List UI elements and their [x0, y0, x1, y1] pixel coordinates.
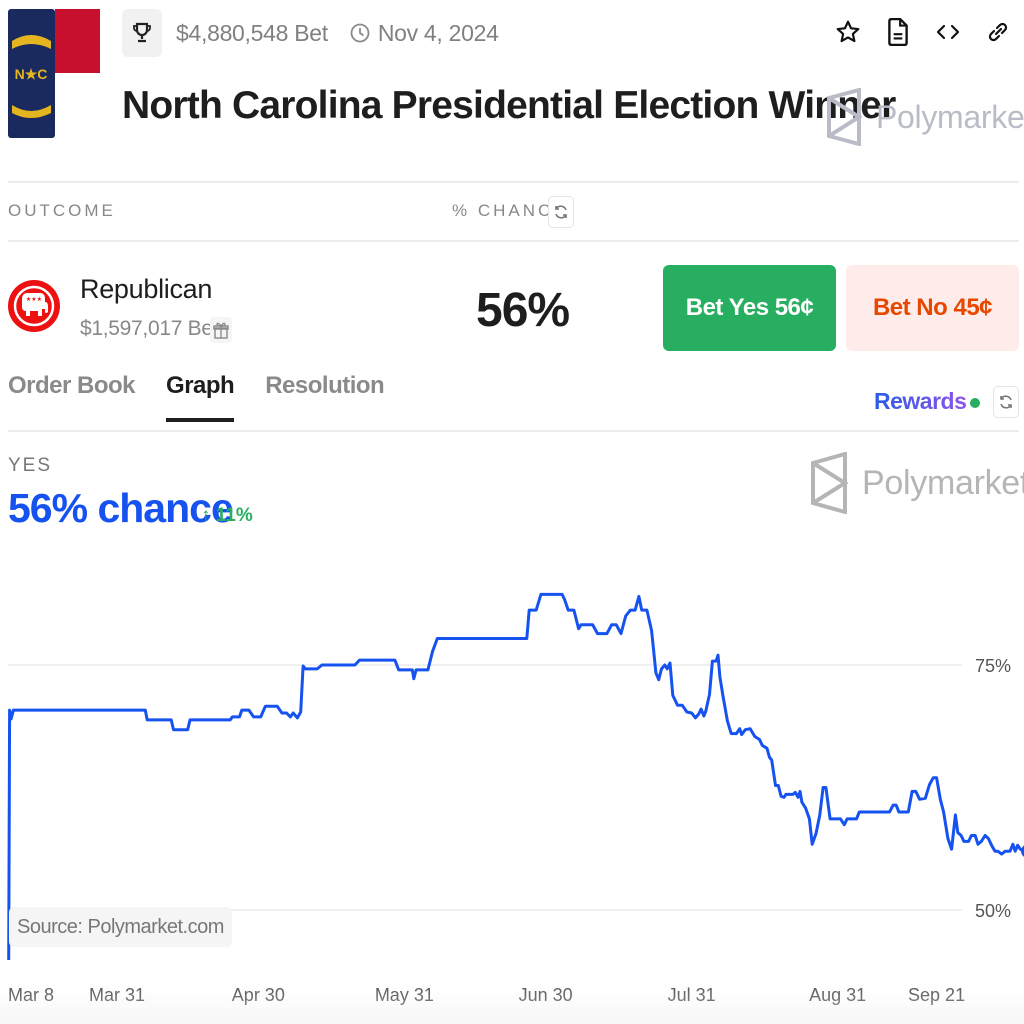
gift-icon [213, 322, 229, 339]
flag-initials: N★C [15, 66, 48, 82]
x-tick-label: Jul 31 [668, 985, 716, 1005]
polymarket-watermark: Polymarket [810, 452, 1024, 514]
link-icon[interactable] [984, 14, 1012, 50]
outcome-volume: $1,597,017 Bet [80, 317, 219, 340]
rewards-link[interactable]: Rewards [874, 388, 967, 415]
trophy-icon [133, 22, 151, 43]
outcome-chance: 56% [476, 284, 570, 337]
graph-chance: 56% chance [8, 485, 234, 531]
polymarket-logo: Polymarket [826, 88, 1024, 146]
y-tick-label: 50% [975, 901, 1011, 921]
series-line [7, 592, 1024, 961]
bet-no-button[interactable]: Bet No 45¢ [846, 265, 1019, 351]
polymarket-logo-text: Polymarket [876, 98, 1024, 135]
x-tick-label: May 31 [375, 985, 434, 1005]
y-tick-label: 75% [975, 656, 1011, 676]
polymarket-logo-icon [811, 452, 848, 514]
market-actions [834, 14, 1012, 50]
outcome-name: Republican [80, 274, 213, 304]
refresh-icon [555, 205, 567, 219]
market-title: North Carolina Presidential Election Win… [122, 84, 896, 127]
divider [8, 430, 1019, 432]
tab-resolution[interactable]: Resolution [265, 372, 385, 420]
bet-yes-button[interactable]: Bet Yes 56¢ [663, 265, 836, 351]
outcome-column-header: OUTCOME [8, 201, 116, 220]
polymarket-watermark-text: Polymarket [862, 463, 1024, 502]
refresh-chance-button[interactable] [548, 196, 574, 228]
x-tick-label: Jun 30 [519, 985, 573, 1005]
graph-change: ↑ 11% [201, 505, 253, 526]
tab-graph[interactable]: Graph [166, 372, 235, 422]
market-volume-text: $4,880,548 Bet [176, 19, 328, 46]
flag-red-bar [55, 9, 100, 73]
republican-logo-icon: ★★★ [8, 280, 60, 332]
refresh-graph-button[interactable] [993, 386, 1019, 418]
x-tick-label: Apr 30 [232, 985, 285, 1005]
rewards-status-dot [970, 398, 980, 408]
star-icon[interactable] [834, 14, 862, 50]
x-tick-label: Aug 31 [809, 985, 866, 1005]
x-tick-label: Sep 21 [908, 985, 965, 1005]
document-icon[interactable] [884, 14, 912, 50]
price-history-chart[interactable]: 75% 50% Mar 8 Mar 31 Apr 30 May 31 Jun 30 Jul … [0, 540, 1024, 1024]
clock-icon [350, 23, 370, 43]
gift-button[interactable] [210, 317, 232, 343]
x-tick-label: Mar 8 [8, 985, 54, 1005]
x-tick-label: Mar 31 [89, 985, 145, 1005]
svg-text:★★★: ★★★ [26, 296, 42, 303]
detail-tabs: Order Book Graph Resolution [8, 372, 385, 422]
market-meta: $4,880,548 Bet Nov 4, 2024 [122, 9, 499, 57]
market-end-date: Nov 4, 2024 [350, 20, 499, 47]
code-icon[interactable] [934, 14, 962, 50]
divider [8, 240, 1019, 242]
state-flag-image: N★C [8, 9, 100, 138]
graph-side-label: YES [8, 455, 53, 476]
refresh-icon [1000, 395, 1012, 409]
market-end-date-text: Nov 4, 2024 [377, 19, 499, 46]
source-label: Source: Polymarket.com [9, 907, 232, 947]
market-volume: $4,880,548 Bet [176, 20, 328, 47]
trophy-button[interactable] [122, 9, 162, 57]
divider [8, 181, 1019, 183]
polymarket-logo-icon [827, 88, 862, 146]
tab-order-book[interactable]: Order Book [8, 372, 136, 420]
